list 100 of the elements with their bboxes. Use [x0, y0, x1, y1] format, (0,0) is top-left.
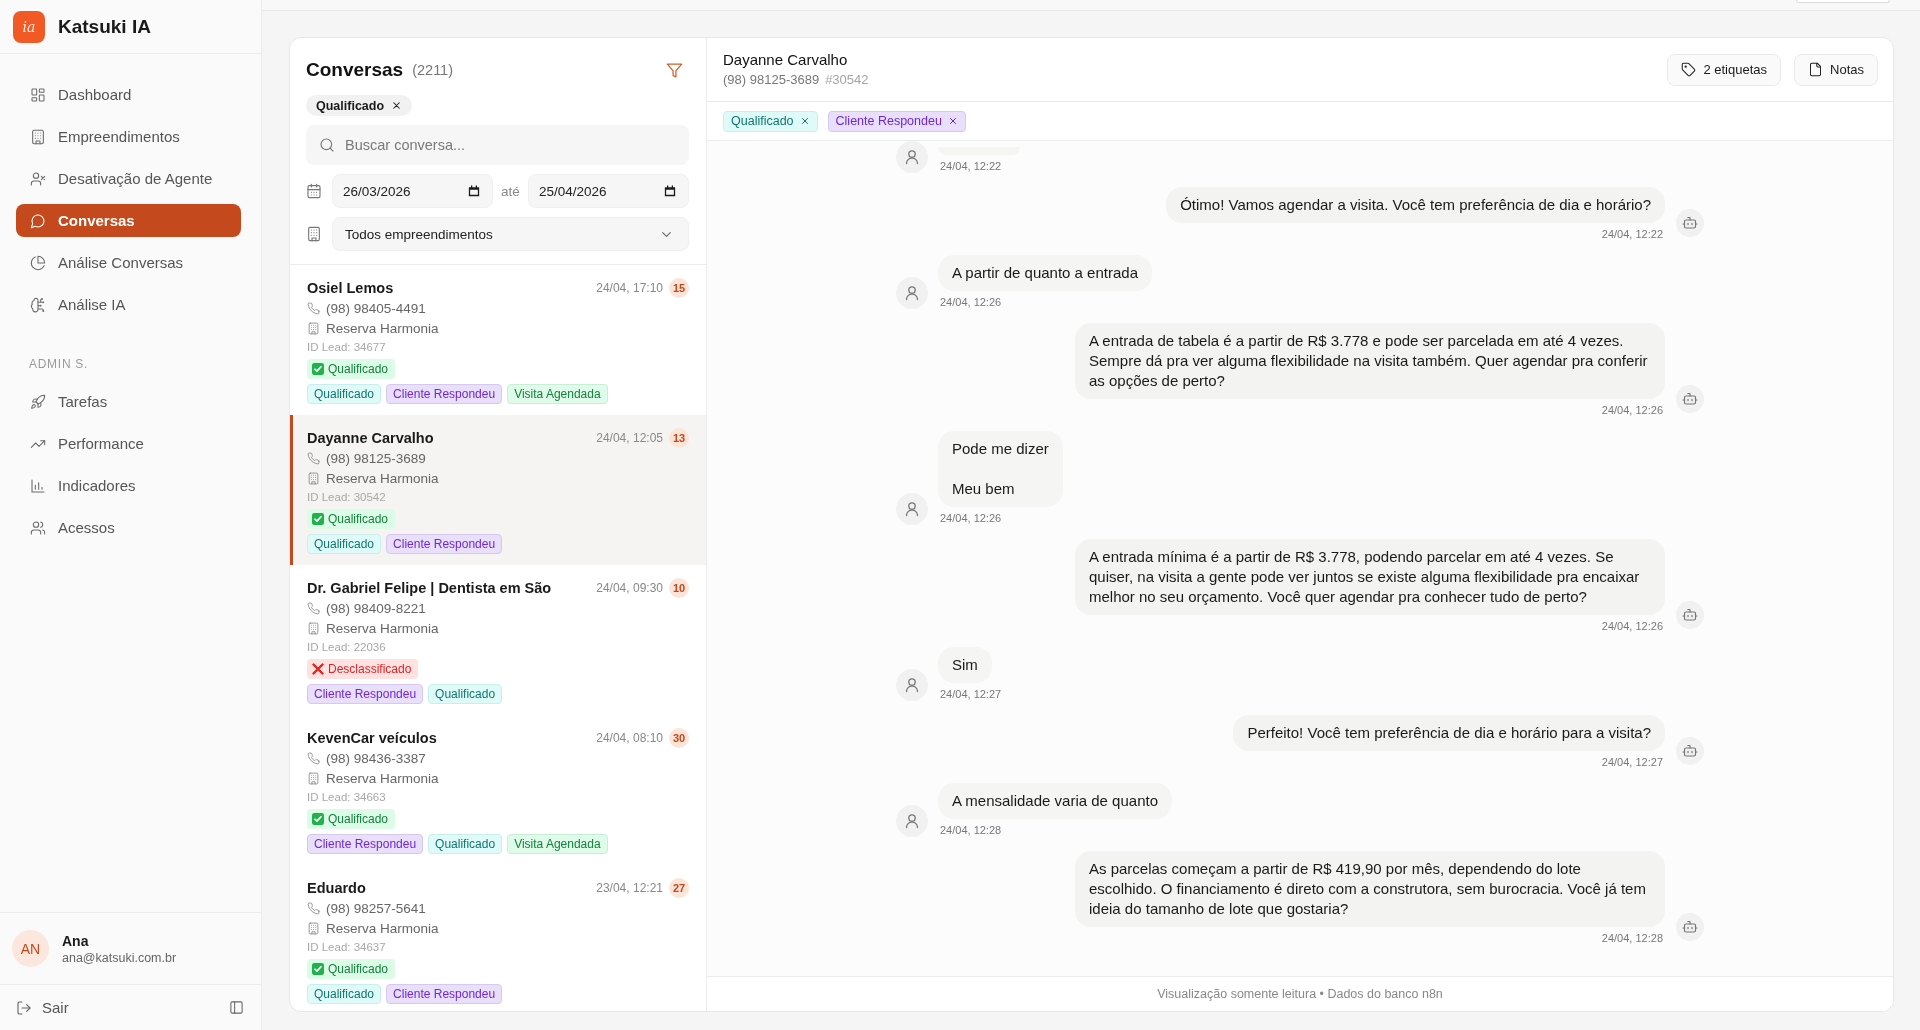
phone-number: (98) 98125-3689	[723, 71, 820, 89]
phone-icon	[307, 451, 320, 465]
nav-item[interactable]: Dashboard	[16, 78, 241, 111]
tag: Cliente Respondeu	[386, 534, 503, 554]
brain-icon	[30, 296, 46, 313]
search-field[interactable]: Buscar conversa...	[306, 125, 689, 165]
building-icon	[30, 128, 46, 145]
message-time: 24/04, 12:27	[939, 687, 1003, 701]
conversation-item[interactable]: Eduardo 23/04, 12:21 27 (98) 98257-5641 Reserva Harmonia ID Lead: 34637 Qualificado Qualificado Cliente Respondeu	[290, 865, 706, 1011]
logo-badge: ia	[13, 10, 45, 43]
message-bubble: As parcelas começam a partir de R$ 419,90 por mês, dependendo do lote escolhido. O financiamento é direto com a construtora, sem burocracia. Você já tem ideia do tamanho de lote que gostaria?	[1075, 851, 1665, 927]
robot-icon	[1676, 913, 1704, 941]
brand-name: Katsuki IA	[58, 15, 151, 38]
message-bubble: A mensalidade varia de quanto	[938, 783, 1172, 819]
tag-chip[interactable]: Qualificado	[723, 110, 818, 132]
calendar-icon	[306, 183, 322, 199]
contact-name: KevenCar veículos	[307, 730, 437, 746]
close-icon[interactable]	[391, 100, 403, 111]
lead-id: ID Lead: 34637	[307, 940, 386, 955]
nav-item[interactable]: Empreendimentos	[16, 120, 241, 153]
tag: Cliente Respondeu	[386, 384, 503, 404]
robot-icon	[1676, 601, 1704, 629]
conversation-time: 24/04, 12:05	[596, 431, 663, 445]
message-time: 24/04, 12:22	[939, 159, 1003, 173]
close-icon[interactable]	[799, 116, 810, 126]
nav-item[interactable]: Análise Conversas	[16, 246, 241, 279]
user-avatar-icon	[896, 805, 928, 837]
section-label: ADMIN S.	[29, 356, 89, 372]
close-icon[interactable]	[947, 116, 958, 126]
message-time: 24/04, 12:26	[1600, 403, 1664, 417]
message-bubble: A entrada mínima é a partir de R$ 3.778, podendo parcelar em até 4 vezes. Se quiser, na visita a gente pode ver juntos se existe alguma flexibilidade pra encaixar melhor no seu orçamento. Você quer agendar pra conhecer tudo de perto?	[1075, 539, 1665, 615]
robot-icon	[1676, 737, 1704, 765]
lead-id: ID Lead: 34663	[307, 790, 386, 805]
date-field[interactable]: 26/03/2026	[332, 174, 494, 208]
tag-chip[interactable]: Cliente Respondeu	[827, 110, 966, 132]
robot-icon	[1676, 385, 1704, 413]
user-avatar: AN	[12, 930, 49, 967]
users-icon	[30, 519, 46, 536]
status-label: Qualificado	[328, 362, 389, 376]
conversation-item[interactable]: KevenCar veículos 24/04, 08:10 30 (98) 98436-3387 Reserva Harmonia ID Lead: 34663 Qualificado Cliente Respondeu Qualificado Visita Agendada	[290, 715, 706, 865]
message-time: 24/04, 12:28	[1600, 931, 1664, 945]
phone-icon	[307, 901, 320, 915]
project-name: Reserva Harmonia	[326, 470, 439, 486]
building-icon	[307, 471, 320, 485]
conversation-time: 23/04, 12:21	[596, 881, 663, 895]
sidebar-toggle-icon[interactable]	[229, 1000, 244, 1015]
date-separator: até	[501, 183, 520, 199]
project-select[interactable]: Todos empreendimentos	[332, 217, 689, 251]
message-bubble: A partir de quanto a entrada	[938, 255, 1152, 291]
building-icon	[307, 621, 320, 635]
status-label: Desclassificado	[328, 662, 412, 676]
tag: Qualificado	[428, 684, 503, 704]
message-bubble: A entrada de tabela é a partir de R$ 3.778 e pode ser parcelada em até 4 vezes. Sempre dá pra ver alguma flexibilidade na visita também. Quer agendar pra conferir as opções de perto?	[1075, 323, 1665, 399]
project-name: Reserva Harmonia	[326, 320, 439, 336]
logout-button[interactable]: Sair	[14, 995, 71, 1020]
phone-number: (98) 98405-4491	[326, 300, 426, 316]
lead-id: ID Lead: 34677	[307, 340, 386, 355]
phone-number: (98) 98436-3387	[326, 750, 426, 766]
calendar-icon[interactable]	[664, 185, 676, 197]
status-label: Qualificado	[328, 812, 389, 826]
nav-item[interactable]: Acessos	[16, 511, 241, 544]
user-email: ana@katsuki.com.br	[62, 950, 177, 965]
nav-item[interactable]: Conversas	[16, 204, 241, 237]
conversation-item[interactable]: Osiel Lemos 24/04, 17:10 15 (98) 98405-4491 Reserva Harmonia ID Lead: 34677 Qualificado Qualificado Cliente Respondeu Visita Agendada	[290, 265, 706, 415]
nav-item[interactable]: Indicadores	[16, 469, 241, 502]
tag: Visita Agendada	[507, 834, 608, 854]
calendar-icon[interactable]	[468, 185, 481, 197]
tag: Qualificado	[307, 984, 382, 1004]
notes-button[interactable]: Notas	[1794, 53, 1878, 86]
nav-item[interactable]: Performance	[16, 427, 241, 460]
phone-number: (98) 98409-8221	[326, 600, 426, 616]
nav-item[interactable]: Análise IA	[16, 288, 241, 321]
check-icon	[312, 363, 324, 375]
filter-chip[interactable]: Qualificado	[306, 95, 413, 116]
conversation-item[interactable]: Dr. Gabriel Felipe | Dentista em São 24/04, 09:30 10 (98) 98409-8221 Reserva Harmonia ID Lead: 22036 Desclassificado Cliente Respondeu Qualificado	[290, 565, 706, 715]
tags-button[interactable]: 2 etiquetas	[1667, 53, 1782, 86]
user-x-icon	[30, 170, 46, 187]
status-label: Qualificado	[328, 512, 389, 526]
project-name: Reserva Harmonia	[326, 770, 439, 786]
tag: Qualificado	[307, 534, 382, 554]
lead-id: ID Lead: 22036	[307, 640, 386, 655]
building-icon	[307, 921, 320, 935]
nav-item[interactable]: Desativação de Agente	[16, 162, 241, 195]
lead-id: ID Lead: 30542	[307, 490, 386, 505]
phone-icon	[307, 751, 320, 765]
date-field[interactable]: 25/04/2026	[527, 174, 689, 208]
cross-icon	[312, 663, 324, 675]
tag: Cliente Respondeu	[386, 984, 503, 1004]
message-time: 24/04, 12:26	[1600, 619, 1664, 633]
nav-item[interactable]: Tarefas	[16, 385, 241, 418]
message-time: 24/04, 12:26	[939, 295, 1003, 309]
read-only-note: Visualização somente leitura • Dados do banco n8n	[707, 976, 1893, 1011]
message-time: 24/04, 12:27	[1600, 755, 1664, 769]
bar-chart-icon	[30, 477, 46, 494]
check-icon	[312, 513, 324, 525]
message-bubble: Pode me dizer Meu bem	[938, 431, 1063, 507]
robot-icon	[1676, 209, 1704, 237]
conversation-item[interactable]: Dayanne Carvalho 24/04, 12:05 13 (98) 98125-3689 Reserva Harmonia ID Lead: 30542 Qualificado Qualificado Cliente Respondeu	[290, 415, 706, 565]
tag: Qualificado	[428, 834, 503, 854]
filter-icon[interactable]	[666, 61, 683, 79]
